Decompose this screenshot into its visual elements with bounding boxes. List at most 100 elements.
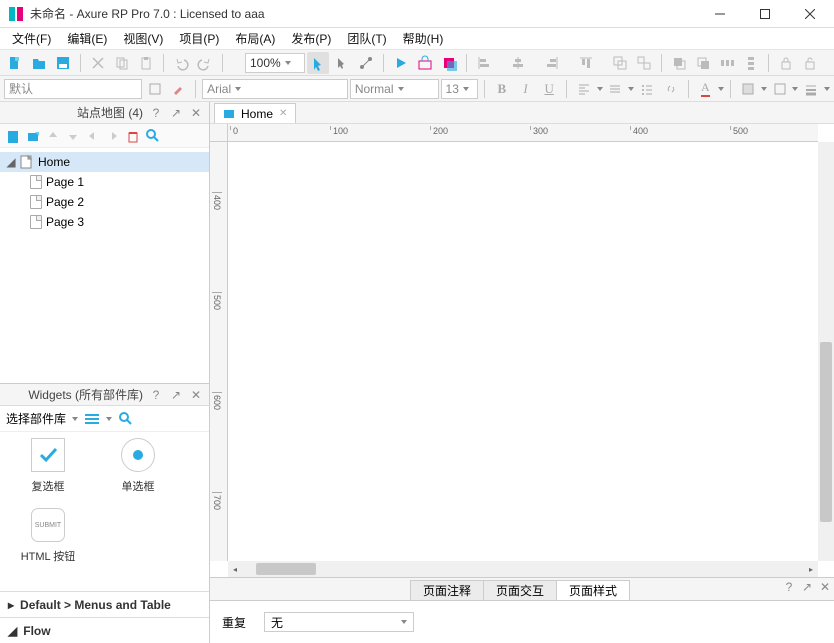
help-icon[interactable]: ? <box>782 580 796 594</box>
add-page-button[interactable] <box>4 127 22 145</box>
popout-icon[interactable]: ↗ <box>169 106 183 120</box>
scroll-left-icon[interactable]: ◂ <box>228 562 242 576</box>
text-align-left-button[interactable] <box>573 78 595 100</box>
text-valign-button[interactable] <box>605 78 627 100</box>
menu-item[interactable]: 发布(P) <box>283 28 339 49</box>
move-down-button[interactable] <box>64 127 82 145</box>
open-file-button[interactable] <box>28 52 50 74</box>
style-select[interactable]: 默认 <box>4 79 142 99</box>
undo-button[interactable] <box>170 52 192 74</box>
cut-button[interactable] <box>87 52 109 74</box>
close-panel-icon[interactable]: ✕ <box>189 388 203 402</box>
ungroup-button[interactable] <box>633 52 655 74</box>
tab-notes[interactable]: 页面注释 <box>410 580 484 600</box>
close-panel-icon[interactable]: ✕ <box>189 106 203 120</box>
font-weight-select[interactable]: Normal <box>350 79 439 99</box>
scroll-thumb[interactable] <box>820 342 832 522</box>
border-color-button[interactable] <box>769 78 791 100</box>
align-left-button[interactable] <box>473 52 495 74</box>
outdent-button[interactable] <box>84 127 102 145</box>
distribute-h-button[interactable] <box>716 52 738 74</box>
section-menus-table[interactable]: ▸Default > Menus and Table <box>0 591 209 617</box>
distribute-v-button[interactable] <box>740 52 762 74</box>
collapse-icon[interactable]: ◢ <box>6 155 16 169</box>
save-button[interactable] <box>52 52 74 74</box>
bold-button[interactable]: B <box>491 78 513 100</box>
select-tool-button[interactable] <box>331 52 353 74</box>
lock-button[interactable] <box>775 52 797 74</box>
align-top-button[interactable] <box>575 52 597 74</box>
chevron-down-icon[interactable] <box>106 417 112 421</box>
paste-button[interactable] <box>135 52 157 74</box>
maximize-button[interactable] <box>742 0 787 28</box>
tab-interactions[interactable]: 页面交互 <box>483 580 557 600</box>
tab-style[interactable]: 页面样式 <box>556 580 630 600</box>
widget-checkbox[interactable]: 复选框 <box>18 438 78 494</box>
tree-page[interactable]: Page 3 <box>0 212 209 232</box>
scrollbar-vertical[interactable] <box>818 142 834 561</box>
scroll-thumb[interactable] <box>256 563 316 575</box>
style-apply-icon[interactable] <box>144 78 166 100</box>
bullets-button[interactable] <box>636 78 658 100</box>
share-button[interactable] <box>438 52 460 74</box>
menu-item[interactable]: 项目(P) <box>171 28 227 49</box>
unlock-button[interactable] <box>799 52 821 74</box>
canvas-tab[interactable]: Home ✕ <box>214 103 296 123</box>
menu-item[interactable]: 文件(F) <box>4 28 59 49</box>
menu-item[interactable]: 编辑(E) <box>59 28 115 49</box>
add-folder-button[interactable] <box>24 127 42 145</box>
link-button[interactable] <box>660 78 682 100</box>
preview-button[interactable] <box>390 52 412 74</box>
redo-button[interactable] <box>194 52 216 74</box>
help-icon[interactable]: ? <box>149 388 163 402</box>
new-file-button[interactable] <box>4 52 26 74</box>
back-button[interactable] <box>692 52 714 74</box>
search-button[interactable] <box>144 127 162 145</box>
paint-brush-icon[interactable] <box>168 78 190 100</box>
italic-button[interactable]: I <box>515 78 537 100</box>
close-panel-icon[interactable]: ✕ <box>818 580 832 594</box>
canvas[interactable] <box>228 142 818 561</box>
repeat-select[interactable]: 无 <box>264 612 414 632</box>
scroll-right-icon[interactable]: ▸ <box>804 562 818 576</box>
border-width-button[interactable] <box>800 78 822 100</box>
scrollbar-horizontal[interactable]: ◂▸ <box>228 561 818 577</box>
section-flow[interactable]: ◢Flow <box>0 617 209 643</box>
menu-item[interactable]: 布局(A) <box>227 28 283 49</box>
menu-icon[interactable] <box>84 413 100 425</box>
indent-button[interactable] <box>104 127 122 145</box>
group-button[interactable] <box>609 52 631 74</box>
font-select[interactable]: Arial <box>202 79 348 99</box>
ruler-corner <box>210 124 228 142</box>
tree-root[interactable]: ◢ Home <box>0 152 209 172</box>
align-center-button[interactable] <box>507 52 529 74</box>
menu-item[interactable]: 团队(T) <box>339 28 394 49</box>
close-button[interactable] <box>787 0 832 28</box>
menu-item[interactable]: 帮助(H) <box>395 28 452 49</box>
widget-html-button[interactable]: SUBMIT HTML 按钮 <box>18 508 78 564</box>
search-icon[interactable] <box>118 411 134 427</box>
tree-page[interactable]: Page 2 <box>0 192 209 212</box>
pointer-tool-button[interactable] <box>307 52 329 74</box>
font-color-button[interactable]: A <box>695 78 717 100</box>
close-tab-icon[interactable]: ✕ <box>279 108 287 119</box>
popout-icon[interactable]: ↗ <box>800 580 814 594</box>
tree-page[interactable]: Page 1 <box>0 172 209 192</box>
zoom-select[interactable]: 100% <box>245 53 305 73</box>
publish-button[interactable] <box>414 52 436 74</box>
align-right-button[interactable] <box>541 52 563 74</box>
widget-radio[interactable]: 单选框 <box>108 438 168 494</box>
front-button[interactable] <box>668 52 690 74</box>
underline-button[interactable]: U <box>538 78 560 100</box>
fill-color-button[interactable] <box>737 78 759 100</box>
menu-item[interactable]: 视图(V) <box>115 28 171 49</box>
help-icon[interactable]: ? <box>149 106 163 120</box>
move-up-button[interactable] <box>44 127 62 145</box>
minimize-button[interactable] <box>697 0 742 28</box>
chevron-down-icon[interactable] <box>72 417 78 421</box>
copy-button[interactable] <box>111 52 133 74</box>
connector-tool-button[interactable] <box>355 52 377 74</box>
delete-button[interactable] <box>124 127 142 145</box>
popout-icon[interactable]: ↗ <box>169 388 183 402</box>
font-size-select[interactable]: 13 <box>441 79 479 99</box>
